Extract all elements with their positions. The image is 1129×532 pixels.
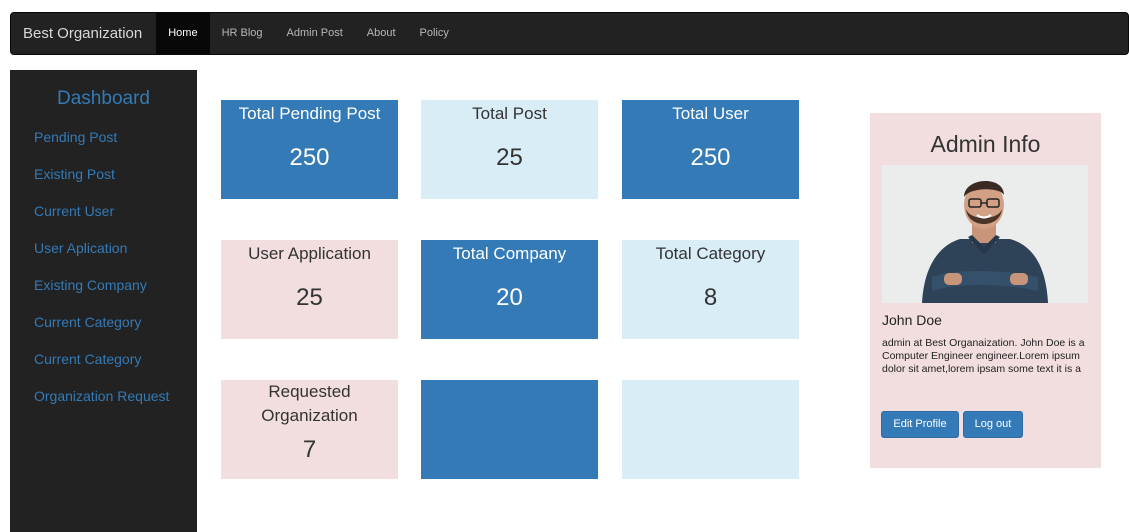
- tile-value: 20: [496, 284, 523, 311]
- tile-empty-blue[interactable]: [421, 380, 598, 479]
- tile-label: Total User: [672, 104, 749, 123]
- tile-value: 25: [296, 284, 323, 311]
- avatar: [882, 165, 1088, 303]
- tile-value: 8: [703, 284, 718, 311]
- top-navbar: Best Organization Home HR Blog Admin Pos…: [10, 12, 1129, 55]
- nav-home[interactable]: Home: [156, 13, 210, 54]
- tile-value: 250: [289, 144, 330, 171]
- tile-empty-lightblue[interactable]: [622, 380, 799, 479]
- tile-user-application[interactable]: User Application 25: [221, 240, 398, 339]
- sidebar-item-user-application[interactable]: User Aplication: [34, 239, 184, 257]
- admin-info-panel: Admin Info John Doe admin at Best Organa…: [870, 113, 1101, 468]
- sidebar: Dashboard Pending Post Existing Post Cur…: [10, 70, 197, 532]
- nav-about[interactable]: About: [355, 13, 408, 54]
- tile-value: 7: [302, 436, 317, 463]
- tile-total-category[interactable]: Total Category 8: [622, 240, 799, 339]
- tile-value: 25: [496, 144, 523, 171]
- nav-policy[interactable]: Policy: [408, 13, 461, 54]
- sidebar-item-current-category-2[interactable]: Current Category: [34, 350, 184, 368]
- tile-label: Total Category: [655, 244, 766, 263]
- tile-requested-organization[interactable]: Requested Organization 7: [221, 380, 398, 479]
- logout-button[interactable]: Log out: [963, 411, 1023, 438]
- tile-label: [622, 380, 799, 384]
- tile-label: User Application: [248, 244, 371, 263]
- tile-label: Total Post: [472, 104, 547, 123]
- tile-label: [421, 380, 598, 384]
- sidebar-item-current-user[interactable]: Current User: [34, 202, 184, 220]
- admin-info-title: Admin Info: [930, 131, 1041, 157]
- tile-total-company[interactable]: Total Company 20: [421, 240, 598, 339]
- tile-label: Requested Organization: [261, 382, 358, 425]
- sidebar-item-organization-request[interactable]: Organization Request: [34, 387, 184, 405]
- tile-value: 250: [690, 144, 731, 171]
- tile-label: Total Pending Post: [238, 104, 381, 123]
- sidebar-item-pending-post[interactable]: Pending Post: [34, 128, 184, 146]
- admin-description: admin at Best Organaization. John Doe is…: [882, 337, 1085, 375]
- nav-hr-blog[interactable]: HR Blog: [210, 13, 275, 54]
- sidebar-item-existing-post[interactable]: Existing Post: [34, 165, 184, 183]
- edit-profile-button[interactable]: Edit Profile: [881, 411, 959, 438]
- nav-admin-post[interactable]: Admin Post: [275, 13, 355, 54]
- admin-name: John Doe: [882, 312, 942, 328]
- admin-photo: [882, 165, 1088, 303]
- tile-total-post[interactable]: Total Post 25: [421, 100, 598, 199]
- sidebar-title: Dashboard: [57, 88, 150, 109]
- tile-total-pending-post[interactable]: Total Pending Post 250: [221, 100, 398, 199]
- brand-link[interactable]: Best Organization: [11, 13, 156, 54]
- sidebar-item-current-category[interactable]: Current Category: [34, 313, 184, 331]
- tile-label: Total Company: [452, 244, 567, 263]
- sidebar-item-existing-company[interactable]: Existing Company: [34, 276, 184, 294]
- tile-total-user[interactable]: Total User 250: [622, 100, 799, 199]
